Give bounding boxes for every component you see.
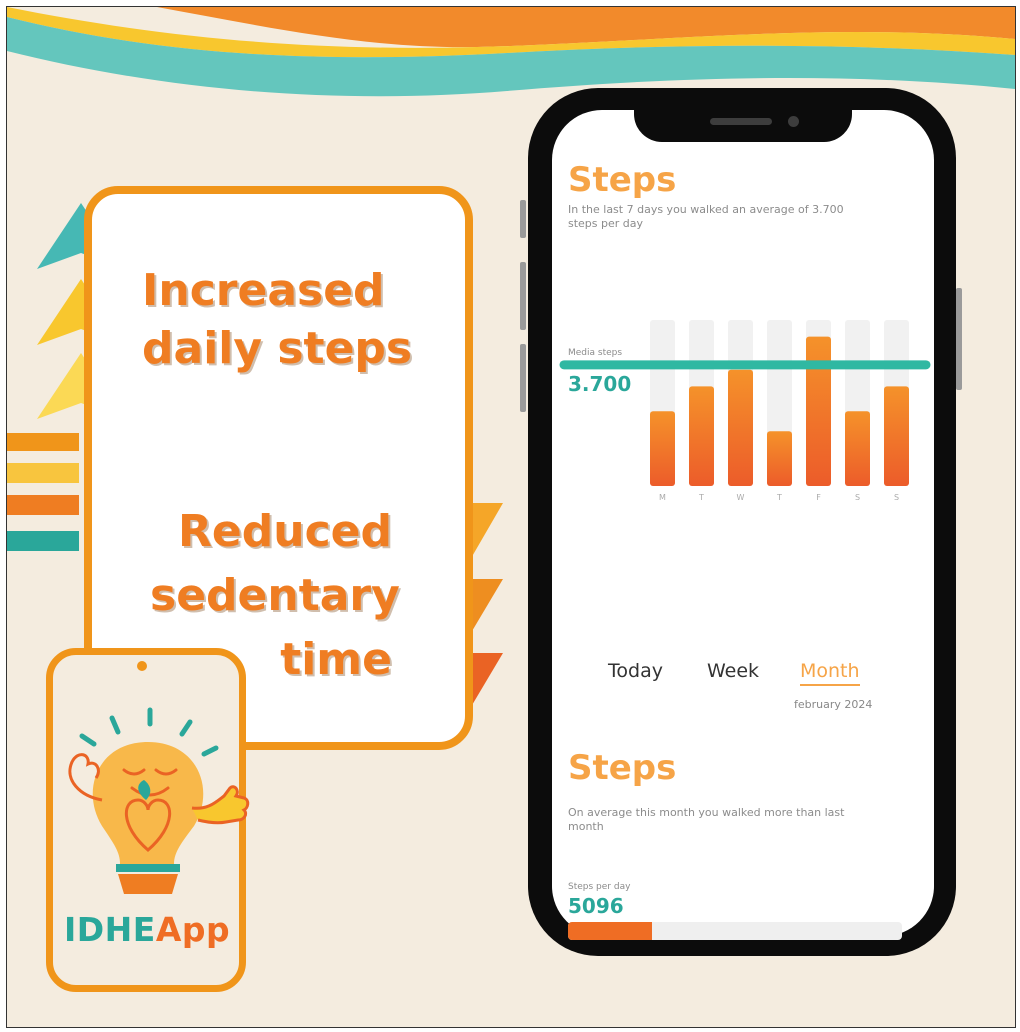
- tick-label: T: [776, 493, 782, 502]
- bar-3: [767, 431, 792, 486]
- tick-label: S: [894, 493, 899, 502]
- camera-icon: [788, 116, 799, 127]
- tick-label: S: [855, 493, 860, 502]
- stripe-teal: [7, 531, 79, 551]
- tab-month[interactable]: Month: [800, 660, 860, 686]
- bar-6: [884, 386, 909, 486]
- headline-line: Increased: [142, 265, 385, 316]
- steps-title: Steps: [568, 160, 677, 200]
- tab-today[interactable]: Today: [608, 660, 663, 682]
- headline-line: daily steps: [142, 323, 413, 374]
- mini-phone-camera-icon: [137, 661, 147, 671]
- bulb-base-icon: [118, 874, 178, 894]
- app-logo: IDHEApp: [64, 910, 234, 949]
- steps-title-2: Steps: [568, 748, 677, 788]
- headline-line: sedentary: [150, 570, 400, 621]
- tab-week[interactable]: Week: [707, 660, 759, 682]
- average-label: Media steps: [568, 348, 623, 358]
- stripe-orange: [7, 433, 79, 451]
- power-button: [956, 288, 962, 390]
- tick-label: W: [737, 493, 745, 502]
- bulb-stem-icon: [116, 864, 180, 872]
- bar-0: [650, 411, 675, 486]
- volume-button: [520, 344, 526, 412]
- steps-per-day-label: Steps per day: [568, 882, 631, 892]
- volume-button: [520, 262, 526, 330]
- volume-button: [520, 200, 526, 238]
- average-value: 3.700: [568, 372, 632, 396]
- bar-5: [845, 411, 870, 486]
- lightbulb-mascot-icon: [68, 661, 250, 894]
- period-label: february 2024: [794, 698, 873, 711]
- tick-label: M: [659, 493, 666, 502]
- headline-line: Reduced: [178, 506, 392, 557]
- steps-subtitle: In the last 7 days you walked an average…: [568, 203, 844, 230]
- stripe-yellow: [7, 463, 79, 483]
- steps-per-day-value: 5096: [568, 894, 624, 918]
- page: Increased daily steps Reduced sedentary …: [0, 0, 1020, 1032]
- increased-steps-headline: Increased daily steps: [142, 262, 412, 378]
- tick-label: T: [698, 493, 704, 502]
- logo-part-2: App: [155, 910, 231, 949]
- stripe-dark-orange: [7, 495, 79, 515]
- steps-subtitle-2: On average this month you walked more th…: [568, 806, 845, 833]
- steps-bar-chart: MTWTFSS: [559, 320, 931, 502]
- progress-fill: [568, 922, 652, 940]
- bar-4: [806, 336, 831, 486]
- speaker-icon: [710, 118, 772, 125]
- bar-2: [728, 369, 753, 486]
- bulb-body: [92, 742, 204, 864]
- tick-label: F: [816, 493, 821, 502]
- bar-1: [689, 386, 714, 486]
- logo-part-1: IDHE: [64, 910, 156, 949]
